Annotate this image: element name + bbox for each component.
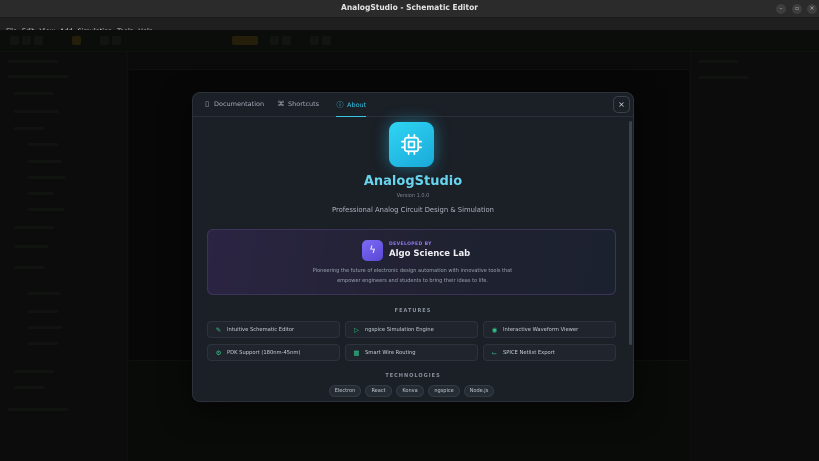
chip-small-icon: ⚙	[215, 349, 222, 357]
close-dialog-button[interactable]: ×	[613, 96, 630, 113]
tech-badge: React	[365, 385, 392, 397]
developer-description: Pioneering the future of electronic desi…	[248, 267, 577, 286]
feature-item: ▦ Smart Wire Routing	[345, 344, 478, 361]
about-dialog: ▯ Documentation ⌘ Shortcuts ⓘ About × Analo…	[192, 92, 634, 402]
tab-label: Documentation	[214, 100, 265, 108]
app-logo	[389, 122, 434, 167]
tab-shortcuts[interactable]: ⌘ Shortcuts	[277, 100, 320, 117]
technologies-heading: TECHNOLOGIES	[385, 373, 441, 379]
info-icon: ⓘ	[336, 101, 344, 109]
window-title: AnalogStudio - Schematic Editor	[341, 3, 478, 12]
window-titlebar: AnalogStudio - Schematic Editor – ▫ ×	[0, 0, 819, 18]
pencil-icon: ✎	[215, 326, 222, 334]
play-icon: ▷	[354, 326, 359, 334]
tech-badge: ngspice	[428, 385, 460, 397]
feature-item: ▷ ngspice Simulation Engine	[345, 321, 478, 338]
feature-label: Intuitive Schematic Editor	[227, 327, 295, 333]
minimize-icon[interactable]: –	[776, 4, 786, 14]
developer-label: DEVELOPED BY	[389, 242, 432, 247]
tab-label: About	[347, 101, 367, 109]
feature-item: ⌙ SPICE Netlist Export	[483, 344, 616, 361]
tab-about[interactable]: ⓘ About	[336, 100, 367, 117]
developer-description-line: empower engineers and students to bring …	[337, 277, 488, 284]
command-icon: ⌘	[277, 100, 285, 108]
close-icon: ×	[618, 100, 625, 109]
app-version: Version 1.0.0	[396, 193, 430, 199]
tech-badge: Konva	[396, 385, 424, 397]
feature-label: ngspice Simulation Engine	[365, 327, 434, 333]
eye-icon: ◉	[491, 326, 498, 334]
tab-label: Shortcuts	[288, 100, 320, 108]
developer-name: Algo Science Lab	[389, 249, 471, 259]
lightning-icon: ϟ	[362, 240, 383, 261]
menu-bar: FileEditViewAddSimulationToolsHelp	[0, 18, 819, 35]
grid-icon: ▦	[353, 349, 360, 357]
tab-documentation[interactable]: ▯ Documentation	[203, 100, 264, 117]
feature-item: ◉ Interactive Waveform Viewer	[483, 321, 616, 338]
feature-label: Smart Wire Routing	[365, 350, 416, 356]
feature-item: ✎ Intuitive Schematic Editor	[207, 321, 340, 338]
maximize-icon[interactable]: ▫	[792, 4, 802, 14]
app-tagline: Professional Analog Circuit Design & Sim…	[332, 206, 494, 214]
features-heading: FEATURES	[394, 308, 432, 314]
close-icon[interactable]: ×	[807, 4, 817, 14]
feature-item: ⚙ PDK Support (180nm-45nm)	[207, 344, 340, 361]
feature-label: SPICE Netlist Export	[503, 350, 555, 356]
feature-label: Interactive Waveform Viewer	[503, 327, 579, 333]
tech-badge: Electron	[329, 385, 361, 397]
dialog-tabs: ▯ Documentation ⌘ Shortcuts ⓘ About ×	[193, 93, 633, 117]
developer-card: ϟ DEVELOPED BY Algo Science Lab Pioneeri…	[207, 229, 616, 295]
book-icon: ▯	[205, 100, 209, 108]
feature-label: PDK Support (180nm-45nm)	[227, 350, 301, 356]
tech-badge: Node.js	[464, 385, 494, 397]
netlist-icon: ⌙	[491, 349, 498, 357]
chip-icon	[401, 134, 422, 155]
app-name: AnalogStudio	[363, 174, 463, 189]
developer-description-line: Pioneering the future of electronic desi…	[312, 268, 513, 274]
